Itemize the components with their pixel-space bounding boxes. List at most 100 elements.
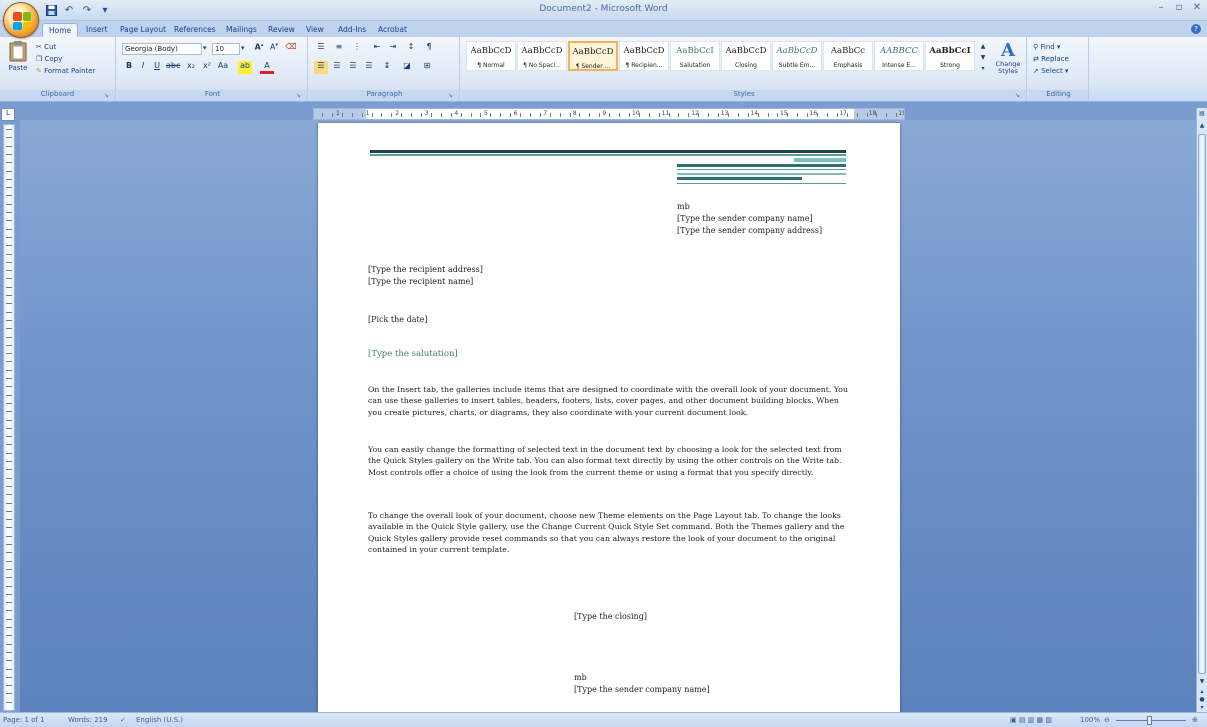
font-name-box[interactable]: Georgia (Body) — [122, 43, 202, 55]
change-case-icon[interactable]: Aa — [216, 61, 230, 74]
tab-insert[interactable]: Insert — [80, 23, 114, 37]
ruler-tick — [391, 113, 393, 117]
borders-icon[interactable]: ⊞ — [420, 61, 434, 74]
word-count[interactable]: Words: 219 — [68, 716, 108, 724]
format-painter-label: Format Painter — [44, 67, 96, 75]
ruler-tick — [6, 676, 12, 678]
italic-icon[interactable]: I — [136, 61, 150, 74]
style-name: ¶ Normal — [477, 62, 505, 69]
font-name-dropdown-icon[interactable]: ▾ — [203, 44, 207, 52]
change-styles-button[interactable]: A Change Styles — [992, 40, 1024, 80]
tab-home[interactable]: Home — [42, 23, 79, 37]
style-closing[interactable]: AaBbCcD Closing — [721, 41, 771, 71]
zoom-out-icon[interactable]: ⊖ — [1104, 716, 1110, 724]
justify-icon[interactable]: ☰ — [362, 61, 376, 74]
ruler-tick — [6, 386, 12, 388]
shrink-font-icon[interactable]: A▾ — [267, 42, 281, 55]
document-page[interactable]: mb [Type the sender company name] [Type … — [318, 123, 900, 712]
shading-icon[interactable]: ◪ — [400, 61, 414, 74]
bullets-icon[interactable]: ☰ — [314, 42, 328, 55]
grow-font-icon[interactable]: A▴ — [252, 42, 266, 55]
tab-review[interactable]: Review — [262, 23, 301, 37]
vertical-scrollbar[interactable]: ▤ ▲ ▼ ▴ ● ▾ — [1196, 108, 1207, 712]
tab-references[interactable]: References — [168, 23, 222, 37]
dialog-launcher-icon[interactable]: ↘ — [104, 92, 112, 100]
cut-button[interactable]: ✂ Cut — [36, 43, 56, 51]
font-color-icon[interactable]: A — [260, 61, 274, 74]
dialog-launcher-icon[interactable]: ↘ — [448, 92, 456, 100]
replace-button[interactable]: ⇄ Replace — [1033, 55, 1069, 63]
dialog-launcher-icon[interactable]: ↘ — [296, 92, 304, 100]
style-recipient[interactable]: AaBbCcD ¶ Recipien... — [619, 41, 669, 71]
increase-indent-icon[interactable]: ⇥ — [386, 42, 400, 55]
copy-button[interactable]: ❐ Copy — [36, 55, 62, 63]
paste-button[interactable]: Paste — [4, 40, 32, 78]
style-emphasis[interactable]: AaBbCc Emphasis — [823, 41, 873, 71]
minimize-button[interactable]: – — [1155, 2, 1167, 16]
ruler-tick — [6, 685, 12, 687]
font-size-box[interactable]: 10 — [212, 43, 240, 55]
zoom-slider-thumb[interactable] — [1147, 716, 1152, 725]
zoom-in-icon[interactable]: ⊕ — [1192, 716, 1198, 724]
center-icon[interactable]: ☰ — [330, 61, 344, 74]
replace-icon: ⇄ — [1033, 55, 1042, 63]
tab-mailings[interactable]: Mailings — [220, 23, 263, 37]
format-painter-button[interactable]: ✎ Format Painter — [36, 67, 96, 75]
multilevel-list-icon[interactable]: ⋮ — [350, 42, 364, 55]
ruler-number: 15 — [780, 110, 788, 117]
style-salutation[interactable]: AaBbCcI Salutation — [670, 41, 720, 71]
find-button[interactable]: ⚲ Find ▾ — [1033, 43, 1060, 51]
styles-more-icon[interactable]: ▾ — [976, 65, 990, 78]
ruler-tick — [6, 245, 12, 247]
clear-formatting-icon[interactable]: ⌫ — [284, 42, 298, 55]
help-icon[interactable]: ? — [1191, 24, 1201, 34]
sort-icon[interactable]: ↕ — [404, 42, 418, 55]
style-normal[interactable]: AaBbCcD ¶ Normal — [466, 41, 516, 71]
highlight-icon[interactable]: ab — [238, 61, 252, 74]
show-formatting-icon[interactable]: ¶ — [422, 42, 436, 55]
view-buttons[interactable]: ▣ ▤ ▥ ▦ ▧ — [1010, 716, 1052, 724]
numbering-icon[interactable]: ≡ — [332, 42, 346, 55]
ruler-toggle-icon[interactable]: ▤ — [1198, 110, 1206, 118]
close-button[interactable]: ✕ — [1191, 2, 1203, 16]
bold-icon[interactable]: B — [122, 61, 136, 74]
style-sender[interactable]: AaBbCcD ¶ Sender ... — [568, 41, 618, 71]
select-button[interactable]: ➚ Select ▾ — [1033, 67, 1068, 75]
horizontal-ruler[interactable]: 112345678910111213141516171819 — [313, 108, 905, 120]
superscript-icon[interactable]: x² — [200, 61, 214, 74]
font-size-dropdown-icon[interactable]: ▾ — [241, 44, 245, 52]
office-button[interactable] — [3, 2, 39, 38]
align-left-icon[interactable]: ☰ — [314, 61, 328, 74]
tab-page-layout[interactable]: Page Layout — [114, 23, 172, 37]
style-no-spacing[interactable]: AaBbCcD ¶ No Spaci... — [517, 41, 567, 71]
line-spacing-icon[interactable]: ↨ — [380, 61, 394, 74]
previous-page-icon[interactable]: ▴ — [1198, 688, 1206, 696]
scroll-thumb[interactable] — [1198, 134, 1206, 674]
ruler-tick — [6, 212, 12, 213]
tab-view[interactable]: View — [300, 23, 330, 37]
decrease-indent-icon[interactable]: ⇤ — [370, 42, 384, 55]
ruler-right-margin — [854, 109, 904, 119]
select-browse-object-icon[interactable]: ● — [1198, 696, 1206, 704]
zoom-level[interactable]: 100% — [1080, 716, 1100, 724]
restore-button[interactable]: ▫ — [1173, 2, 1185, 16]
strikethrough-icon[interactable]: abc — [166, 61, 180, 74]
page-count[interactable]: Page: 1 of 1 — [3, 716, 45, 724]
scroll-down-icon[interactable]: ▼ — [1198, 678, 1206, 686]
subscript-icon[interactable]: x₂ — [184, 61, 198, 74]
zoom-slider[interactable] — [1116, 716, 1186, 725]
style-intense-emphasis[interactable]: AABBCC Intense E... — [874, 41, 924, 71]
tab-add-ins[interactable]: Add-Ins — [332, 23, 372, 37]
ruler-number: 14 — [750, 110, 759, 117]
scroll-up-icon[interactable]: ▲ — [1198, 122, 1206, 130]
underline-icon[interactable]: U — [150, 61, 164, 74]
style-subtle-emphasis[interactable]: AaBbCcD Subtle Em... — [772, 41, 822, 71]
language[interactable]: English (U.S.) — [136, 716, 183, 724]
tab-selector[interactable]: L — [1, 108, 15, 121]
dialog-launcher-icon[interactable]: ↘ — [1015, 92, 1023, 100]
proofing-icon[interactable]: ✓ — [120, 716, 126, 724]
next-page-icon[interactable]: ▾ — [1198, 704, 1206, 712]
tab-acrobat[interactable]: Acrobat — [372, 23, 413, 37]
align-right-icon[interactable]: ☰ — [346, 61, 360, 74]
style-strong[interactable]: AaBbCcI Strong — [925, 41, 975, 71]
